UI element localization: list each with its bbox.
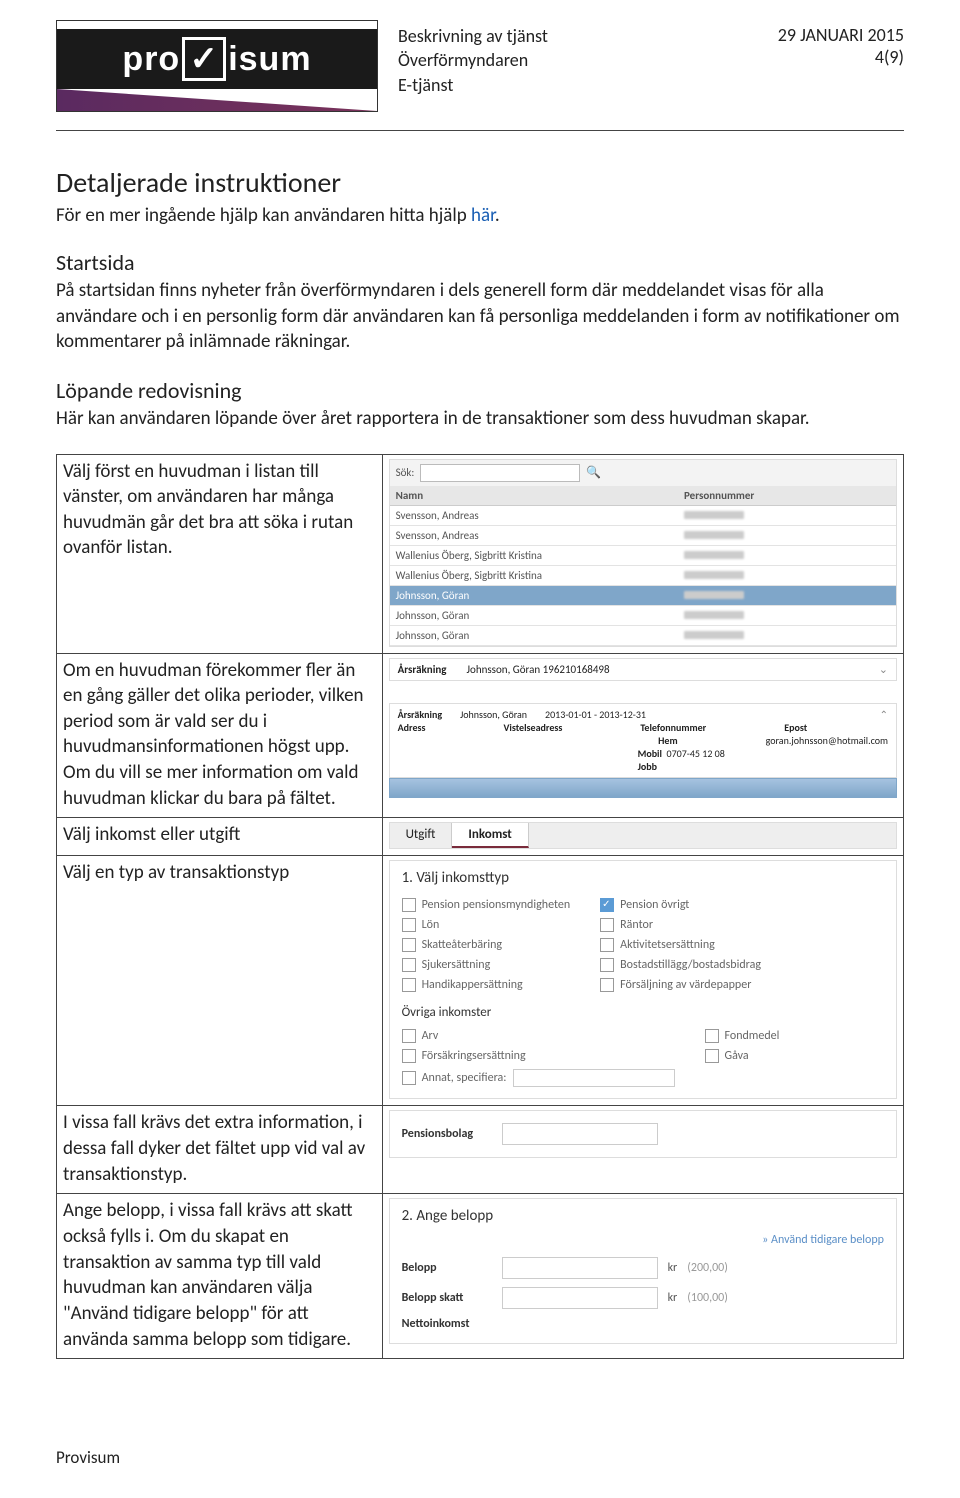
doc-title: Beskrivning av tjänst: [398, 24, 758, 48]
income-type-option[interactable]: Försäljning av värdepapper: [600, 975, 761, 995]
footer: Provisum: [56, 1447, 120, 1468]
belopp-label: Belopp: [402, 1261, 492, 1275]
income-type-option[interactable]: Fondmedel: [705, 1026, 780, 1046]
tab-utgift[interactable]: Utgift: [390, 823, 453, 848]
search-label: Sök:: [396, 466, 415, 479]
income-type-option[interactable]: Bostadstillägg/bostadsbidrag: [600, 955, 761, 975]
page-header: pro ✓ isum Beskrivning av tjänst Överför…: [56, 20, 904, 112]
header-right: 29 JANUARI 2015 4(9): [778, 20, 904, 68]
screenshot-amount: 2. Ange belopp » Använd tidigare belopp …: [389, 1198, 897, 1344]
logo-wedge: [57, 89, 377, 111]
income-type-option[interactable]: Aktivitetsersättning: [600, 935, 761, 955]
logo-check-icon: ✓: [182, 37, 226, 81]
checkbox-icon[interactable]: [402, 1049, 416, 1063]
pensionsbolag-label: Pensionsbolag: [402, 1127, 492, 1141]
checkbox-icon[interactable]: [705, 1029, 719, 1043]
other-income-heading: Övriga inkomster: [402, 1005, 884, 1020]
section-startsida-heading: Startsida: [56, 249, 904, 276]
main-heading: Detaljerade instruktioner: [56, 165, 904, 200]
nettoinkomst-label: Nettoinkomst: [402, 1317, 492, 1331]
checkbox-icon[interactable]: [402, 1071, 416, 1085]
checkbox-icon[interactable]: [600, 938, 614, 952]
chevron-up-icon: ⌃: [880, 708, 888, 721]
col-pn: Personnummer: [684, 489, 890, 502]
chevron-down-icon: ⌄: [879, 663, 888, 676]
checkbox-icon[interactable]: [600, 898, 614, 912]
screenshot-extra-field: Pensionsbolag: [389, 1110, 897, 1158]
income-type-option[interactable]: Skatteåterbäring: [402, 935, 571, 955]
use-previous-amount-link[interactable]: » Använd tidigare belopp: [402, 1233, 884, 1253]
screenshot-income-types: 1. Välj inkomsttyp Pension pensionsmyndi…: [389, 860, 897, 1099]
doc-date: 29 JANUARI 2015: [778, 24, 904, 46]
doc-type: E-tjänst: [398, 73, 758, 97]
checkbox-icon[interactable]: [402, 918, 416, 932]
income-type-option[interactable]: Handikappersättning: [402, 975, 571, 995]
checkbox-icon[interactable]: [402, 1029, 416, 1043]
belopp-input[interactable]: [502, 1257, 658, 1279]
income-type-option[interactable]: Gåva: [705, 1046, 780, 1066]
checkbox-icon[interactable]: [402, 898, 416, 912]
expand-bar[interactable]: [389, 778, 897, 798]
help-link[interactable]: här: [471, 204, 495, 227]
logo: pro ✓ isum: [56, 20, 378, 112]
principal-row[interactable]: Svensson, Andreas: [390, 526, 896, 546]
header-rule: [56, 130, 904, 131]
search-input[interactable]: [420, 464, 580, 482]
instruction-table: Välj först en huvudman i listan till vän…: [56, 454, 904, 1360]
principal-row[interactable]: Johnsson, Göran: [390, 606, 896, 626]
instruction-step-2: Om en huvudman förekommer fler än en gån…: [57, 653, 383, 818]
income-type-option[interactable]: Annat, specifiera:: [402, 1066, 675, 1090]
principal-row[interactable]: Wallenius Öberg, Sigbritt Kristina: [390, 566, 896, 586]
screenshot-period-expanded[interactable]: Årsräkning Johnsson, Göran 2013-01-01 - …: [389, 703, 897, 778]
tab-inkomst[interactable]: Inkomst: [452, 823, 528, 848]
checkbox-icon[interactable]: [402, 958, 416, 972]
checkbox-icon[interactable]: [402, 978, 416, 992]
instruction-step-4: Välj en typ av transaktionstyp: [57, 856, 383, 1106]
checkbox-icon[interactable]: [402, 938, 416, 952]
section-lopande-body: Här kan användaren löpande över året rap…: [56, 406, 904, 432]
instruction-step-1: Välj först en huvudman i listan till vän…: [57, 454, 383, 653]
principal-row[interactable]: Svensson, Andreas: [390, 506, 896, 526]
checkbox-icon[interactable]: [600, 978, 614, 992]
income-type-option[interactable]: Försäkringsersättning: [402, 1046, 675, 1066]
doc-subject: Överförmyndaren: [398, 48, 758, 72]
instruction-step-5: I vissa fall krävs det extra information…: [57, 1106, 383, 1194]
principal-row[interactable]: Wallenius Öberg, Sigbritt Kristina: [390, 546, 896, 566]
section-lopande-heading: Löpande redovisning: [56, 377, 904, 404]
other-specify-input[interactable]: [513, 1069, 675, 1087]
screenshot-tabs: Utgift Inkomst: [389, 822, 897, 849]
lead-paragraph: För en mer ingående hjälp kan användaren…: [56, 204, 904, 227]
checkbox-icon[interactable]: [705, 1049, 719, 1063]
income-type-heading: 1. Välj inkomsttyp: [402, 869, 884, 887]
header-center: Beskrivning av tjänst Överförmyndaren E-…: [398, 20, 758, 97]
checkbox-icon[interactable]: [600, 918, 614, 932]
doc-page: 4(9): [778, 46, 904, 68]
income-type-option[interactable]: Arv: [402, 1026, 675, 1046]
section-startsida-body: På startsidan finns nyheter från överför…: [56, 278, 904, 355]
logo-text-right: isum: [228, 40, 311, 79]
instruction-step-3: Välj inkomst eller utgift: [57, 818, 383, 856]
principal-row[interactable]: Johnsson, Göran: [390, 586, 896, 606]
search-icon[interactable]: 🔍: [586, 465, 601, 480]
income-type-option[interactable]: Pension pensionsmyndigheten: [402, 895, 571, 915]
amount-heading: 2. Ange belopp: [402, 1207, 884, 1225]
principal-row[interactable]: Johnsson, Göran: [390, 626, 896, 646]
screenshot-principal-list: Sök: 🔍 Namn Personnummer Svensson, Andre…: [389, 459, 897, 647]
belopp-skatt-label: Belopp skatt: [402, 1291, 492, 1305]
income-type-option[interactable]: Räntor: [600, 915, 761, 935]
income-type-option[interactable]: Lön: [402, 915, 571, 935]
belopp-skatt-input[interactable]: [502, 1287, 658, 1309]
income-type-option[interactable]: Sjukersättning: [402, 955, 571, 975]
checkbox-icon[interactable]: [600, 958, 614, 972]
screenshot-period-collapsed[interactable]: Årsräkning Johnsson, Göran 196210168498 …: [389, 658, 897, 681]
logo-text-left: pro: [122, 40, 180, 79]
income-type-option[interactable]: Pension övrigt: [600, 895, 761, 915]
col-name: Namn: [396, 489, 684, 502]
instruction-step-6: Ange belopp, i vissa fall krävs att skat…: [57, 1194, 383, 1359]
pensionsbolag-input[interactable]: [502, 1123, 658, 1145]
